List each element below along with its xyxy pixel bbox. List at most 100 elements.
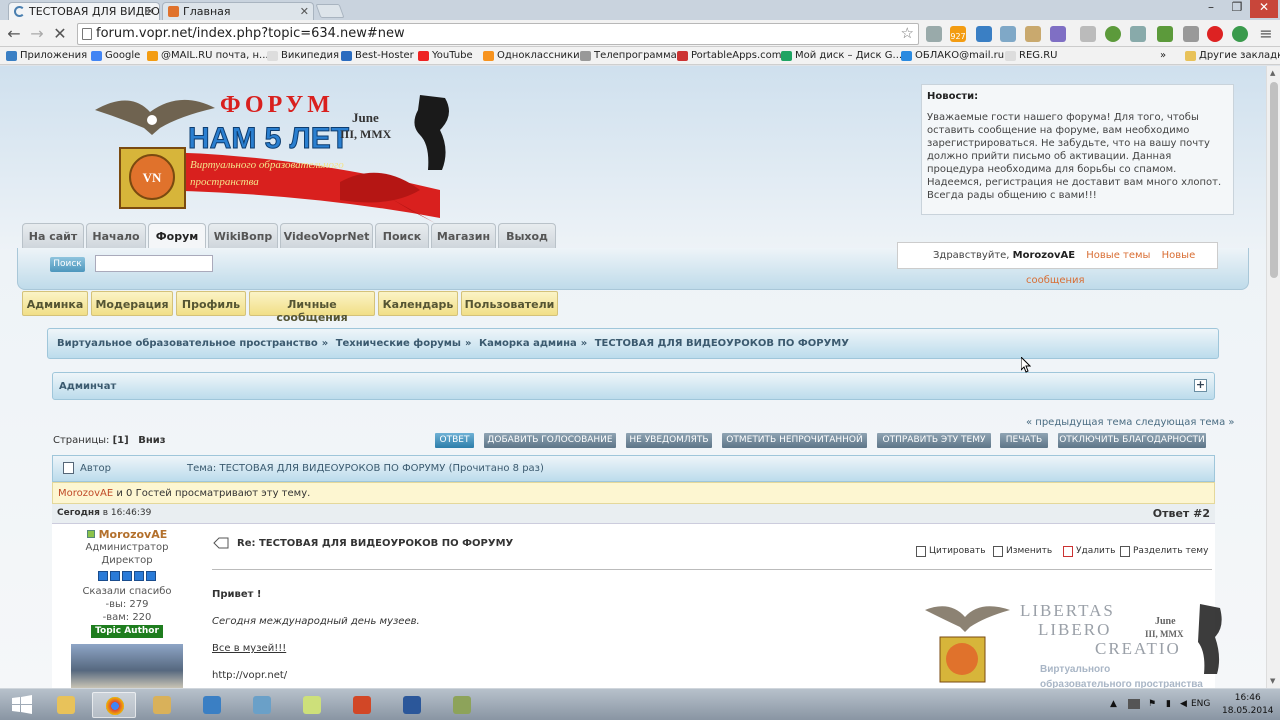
edit-button[interactable]: Изменить: [993, 546, 1052, 557]
tab-forum[interactable]: Форум: [148, 223, 206, 248]
search-button[interactable]: Поиск: [50, 257, 85, 272]
minimize-icon[interactable]: –: [1198, 0, 1224, 18]
scroll-down-icon[interactable]: ▼: [1270, 677, 1275, 685]
bookmark-google[interactable]: Google: [91, 50, 140, 61]
tray-arrow-icon[interactable]: ▲: [1110, 699, 1117, 709]
close-tab-icon[interactable]: ✕: [300, 5, 309, 18]
bookmark-youtube[interactable]: YouTube: [418, 50, 473, 61]
bookmarks-overflow-icon[interactable]: »: [1160, 50, 1166, 61]
forum-logo[interactable]: VN ФОРУМ НАМ 5 ЛЕТ June III, MMX Виртуал…: [90, 90, 460, 225]
taskbar-word[interactable]: [390, 692, 434, 718]
new-messages-link-cont[interactable]: сообщения: [1026, 275, 1085, 286]
tab-to-site[interactable]: На сайт: [22, 223, 84, 248]
language-indicator[interactable]: ENG: [1191, 699, 1210, 709]
bookmark-star-icon[interactable]: ☆: [901, 24, 914, 42]
extension-icon[interactable]: [1025, 26, 1041, 42]
delete-button[interactable]: Удалить: [1063, 546, 1115, 557]
forward-icon[interactable]: →: [27, 24, 47, 43]
extension-icon[interactable]: [1080, 26, 1096, 42]
tab-search[interactable]: Поиск: [375, 223, 429, 248]
post-number[interactable]: Ответ #2: [1153, 507, 1210, 520]
extension-icon[interactable]: [1050, 26, 1066, 42]
bookmark-odnoklassniki[interactable]: Одноклассники: [483, 50, 580, 61]
mark-unread-button[interactable]: ОТМЕТИТЬ НЕПРОЧИТАННОЙ: [722, 433, 867, 448]
close-window-icon[interactable]: ✕: [1250, 0, 1278, 18]
new-tab-button[interactable]: [315, 4, 345, 18]
close-tab-icon[interactable]: ✕: [146, 5, 155, 18]
stop-icon[interactable]: ✕: [50, 24, 70, 43]
reply-button[interactable]: ОТВЕТ: [435, 433, 474, 448]
split-topic-button[interactable]: Разделить тему: [1120, 546, 1208, 557]
taskbar-explorer[interactable]: [44, 692, 88, 718]
mail-extension-icon[interactable]: [926, 26, 942, 42]
bookmark-reg-ru[interactable]: REG.RU: [1005, 50, 1057, 61]
quote-button[interactable]: Цитировать: [916, 546, 986, 557]
tray-flag-icon[interactable]: ⚑: [1148, 699, 1156, 709]
tray-volume-icon[interactable]: ◀: [1180, 699, 1187, 709]
extension-icon[interactable]: [976, 26, 992, 42]
tab-wikivopr[interactable]: WikiВопр: [208, 223, 278, 248]
bookmark-tv[interactable]: Телепрограмма: [580, 50, 677, 61]
tab-shop[interactable]: Магазин: [431, 223, 496, 248]
extension-icon[interactable]: [1207, 26, 1223, 42]
breadcrumb-item[interactable]: ТЕСТОВАЯ ДЛЯ ВИДЕОУРОКОВ ПО ФОРУМУ: [595, 338, 849, 349]
tab-logout[interactable]: Выход: [498, 223, 556, 248]
mail-counter-icon[interactable]: 927: [950, 26, 966, 42]
tab-private-messages[interactable]: Личные сообщения: [249, 291, 375, 324]
tab-admin[interactable]: Админка: [22, 291, 88, 316]
taskbar-notes[interactable]: [290, 692, 334, 718]
bookmark-best-hoster[interactable]: Best-Hoster: [341, 50, 414, 61]
post-title[interactable]: Re: ТЕСТОВАЯ ДЛЯ ВИДЕОУРОКОВ ПО ФОРУМУ: [237, 538, 513, 549]
tab-videovoprnet[interactable]: VideoVoprNet: [280, 223, 373, 248]
taskbar-library[interactable]: [140, 692, 184, 718]
bookmark-cloud-mail[interactable]: ОБЛАКО@mail.ru: [901, 50, 1004, 61]
other-bookmarks-folder[interactable]: Другие закладки: [1185, 50, 1280, 61]
start-button[interactable]: [2, 692, 42, 718]
clock[interactable]: 16:46 18.05.2014: [1222, 692, 1274, 718]
bookmark-google-drive[interactable]: Мой диск – Диск G...: [781, 50, 902, 61]
current-page[interactable]: [1]: [113, 435, 129, 446]
viewer-user-link[interactable]: MorozovAE: [58, 488, 113, 499]
post-url[interactable]: http://vopr.net/: [212, 662, 420, 688]
extension-icon[interactable]: [1183, 26, 1199, 42]
back-icon[interactable]: ←: [4, 24, 24, 43]
breadcrumb-item[interactable]: Виртуальное образовательное пространство: [57, 338, 318, 349]
bookmark-portableapps[interactable]: PortableApps.com: [677, 50, 782, 61]
tab-profile[interactable]: Профиль: [176, 291, 246, 316]
expand-icon[interactable]: +: [1194, 379, 1207, 392]
avatar[interactable]: [71, 644, 183, 688]
go-down-link[interactable]: Вниз: [138, 435, 165, 446]
menu-icon[interactable]: ≡: [1256, 24, 1276, 43]
disable-thanks-button[interactable]: ОТКЛЮЧИТЬ БЛАГОДАРНОСТИ: [1058, 433, 1206, 448]
browser-tab-forum[interactable]: ТЕСТОВАЯ ДЛЯ ВИДЕОУ ✕: [8, 2, 160, 20]
tab-users[interactable]: Пользователи: [461, 291, 558, 316]
print-button[interactable]: ПЕЧАТЬ: [1000, 433, 1048, 448]
topic-nav[interactable]: « предыдущая тема следующая тема »: [1026, 417, 1235, 428]
search-input[interactable]: [95, 255, 213, 272]
extension-icon[interactable]: [1130, 26, 1146, 42]
tab-moderation[interactable]: Модерация: [91, 291, 173, 316]
author-name[interactable]: MorozovAE: [99, 528, 168, 541]
bookmark-apps[interactable]: Приложения: [6, 50, 87, 61]
page-scrollbar[interactable]: ▲ ▼: [1266, 66, 1280, 688]
tab-home[interactable]: Начало: [86, 223, 146, 248]
breadcrumb-item[interactable]: Каморка админа: [479, 338, 577, 349]
post-link[interactable]: Все в музей!!!: [212, 635, 420, 662]
extension-icon[interactable]: [1157, 26, 1173, 42]
bookmark-wikipedia[interactable]: Википедия: [267, 50, 339, 61]
tab-calendar[interactable]: Календарь: [378, 291, 458, 316]
tray-network-icon[interactable]: ▮: [1166, 699, 1171, 709]
bookmark-mail[interactable]: @MAIL.RU почта, н...: [147, 50, 269, 61]
extension-icon[interactable]: [1000, 26, 1016, 42]
add-poll-button[interactable]: ДОБАВИТЬ ГОЛОСОВАНИЕ: [484, 433, 616, 448]
extension-icon[interactable]: [1232, 26, 1248, 42]
taskbar-chrome[interactable]: [92, 692, 136, 718]
new-messages-link[interactable]: Новые: [1162, 250, 1196, 261]
taskbar-powerpoint[interactable]: [340, 692, 384, 718]
scroll-up-icon[interactable]: ▲: [1270, 69, 1275, 77]
extension-icon[interactable]: [1105, 26, 1121, 42]
unnotify-button[interactable]: НЕ УВЕДОМЛЯТЬ: [626, 433, 712, 448]
scroll-thumb[interactable]: [1270, 82, 1278, 278]
breadcrumb-item[interactable]: Технические форумы: [336, 338, 461, 349]
send-topic-button[interactable]: ОТПРАВИТЬ ЭТУ ТЕМУ: [877, 433, 991, 448]
